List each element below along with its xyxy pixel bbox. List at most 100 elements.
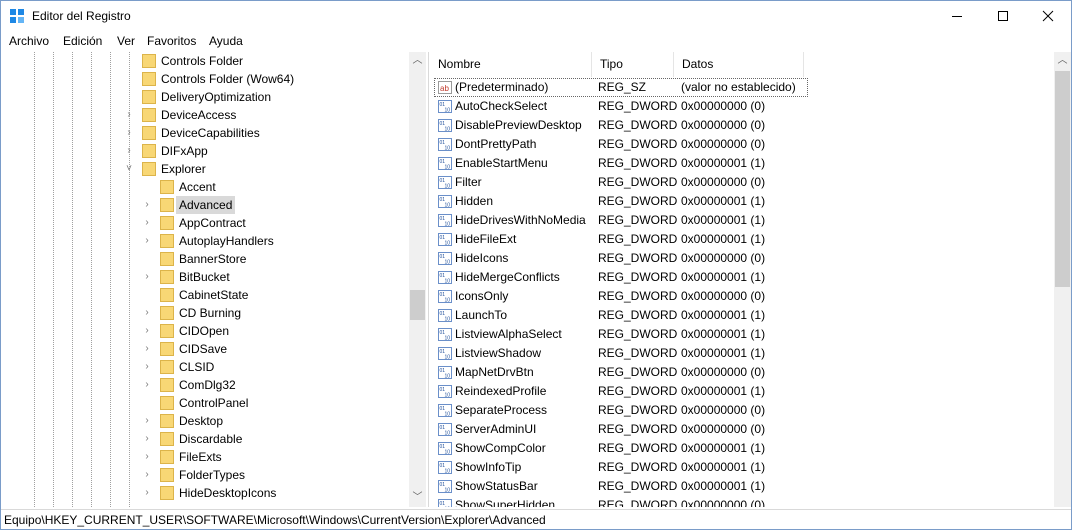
menu-archivo[interactable]: Archivo xyxy=(9,34,49,48)
table-row[interactable]: 01 10 HideFileExt REG_DWORD 0x00000001 (1) xyxy=(430,230,1050,249)
tree-item[interactable]: › CIDSave xyxy=(1,340,406,358)
tree-item[interactable]: ControlPanel xyxy=(1,394,406,412)
table-row[interactable]: 01 10 ServerAdminUI REG_DWORD 0x00000000 (0) xyxy=(430,420,1050,439)
table-row[interactable]: 01 10 ShowStatusBar REG_DWORD 0x00000001 (1) xyxy=(430,477,1050,496)
tree-item[interactable]: Controls Folder (Wow64) xyxy=(1,70,406,88)
minimize-button[interactable] xyxy=(934,1,980,31)
tree-item[interactable]: › AppContract xyxy=(1,214,406,232)
key-tree-pane[interactable]: ︿ ﹀ Controls Folder Controls Folder (Wow6… xyxy=(1,52,429,507)
close-button[interactable] xyxy=(1025,1,1071,31)
svg-text:10: 10 xyxy=(445,355,451,361)
scroll-up-button[interactable]: ︿ xyxy=(409,52,426,69)
tree-item[interactable]: › ComDlg32 xyxy=(1,376,406,394)
table-row[interactable]: 01 10 MapNetDrvBtn REG_DWORD 0x00000000 (0) xyxy=(430,363,1050,382)
tree-item[interactable]: CabinetState xyxy=(1,286,406,304)
svg-text:10: 10 xyxy=(445,412,451,418)
tree-item[interactable]: Accent xyxy=(1,178,406,196)
scroll-up-button[interactable]: ︿ xyxy=(1054,52,1071,69)
tree-item[interactable]: › DeviceCapabilities xyxy=(1,124,406,142)
menu-ver[interactable]: Ver xyxy=(117,34,135,48)
tree-item[interactable]: › CLSID xyxy=(1,358,406,376)
chevron-right-icon[interactable]: › xyxy=(142,412,152,430)
value-data: 0x00000001 (1) xyxy=(681,270,766,284)
table-row[interactable]: 01 10 LaunchTo REG_DWORD 0x00000001 (1) xyxy=(430,306,1050,325)
menu-ayuda[interactable]: Ayuda xyxy=(209,34,243,48)
menu-edicion[interactable]: Edición xyxy=(63,34,102,48)
tree-item[interactable]: › DeviceAccess xyxy=(1,106,406,124)
chevron-right-icon[interactable]: › xyxy=(142,484,152,502)
table-row[interactable]: 01 10 HideMergeConflicts REG_DWORD 0x0000000… xyxy=(430,268,1050,287)
table-row[interactable]: 01 10 ShowInfoTip REG_DWORD 0x00000001 (1) xyxy=(430,458,1050,477)
table-row[interactable]: 01 10 DisablePreviewDesktop REG_DWORD 0x0000… xyxy=(430,116,1050,135)
value-data: 0x00000001 (1) xyxy=(681,346,766,360)
registry-editor-icon xyxy=(10,9,24,23)
table-row[interactable]: ab (Predeterminado) REG_SZ (valor no establ… xyxy=(434,78,808,97)
chevron-right-icon[interactable]: › xyxy=(142,232,152,250)
table-row[interactable]: 01 10 HideDrivesWithNoMedia REG_DWORD 0x0000… xyxy=(430,211,1050,230)
table-row[interactable]: 01 10 Hidden REG_DWORD 0x00000001 (1) xyxy=(430,192,1050,211)
tree-item[interactable]: › CD Burning xyxy=(1,304,406,322)
chevron-right-icon[interactable]: › xyxy=(142,268,152,286)
chevron-right-icon[interactable]: › xyxy=(142,214,152,232)
column-header-nombre[interactable]: Nombre xyxy=(430,52,592,77)
tree-item[interactable]: › FileExts xyxy=(1,448,406,466)
chevron-right-icon[interactable]: › xyxy=(124,142,134,160)
table-row[interactable]: 01 10 DontPrettyPath REG_DWORD 0x00000000 (0… xyxy=(430,135,1050,154)
column-header-datos[interactable]: Datos xyxy=(674,52,804,77)
table-row[interactable]: 0110ShowSuperHidden REG_DWORD0x00000000 (… xyxy=(430,496,1050,507)
tree-item[interactable]: › BitBucket xyxy=(1,268,406,286)
table-row[interactable]: 01 10 ShowCompColor REG_DWORD 0x00000001 (1) xyxy=(430,439,1050,458)
list-scrollbar[interactable]: ︿ xyxy=(1054,52,1071,507)
tree-scrollbar[interactable]: ︿ ﹀ xyxy=(409,52,426,507)
tree-item[interactable]: › AutoplayHandlers xyxy=(1,232,406,250)
table-row[interactable]: 01 10 ListviewAlphaSelect REG_DWORD 0x000000… xyxy=(430,325,1050,344)
tree-scroll-thumb[interactable] xyxy=(410,290,425,320)
tree-item[interactable]: › Advanced xyxy=(1,196,406,214)
folder-icon xyxy=(142,72,156,86)
table-row[interactable]: 01 10 AutoCheckSelect REG_DWORD 0x00000000 (… xyxy=(430,97,1050,116)
chevron-right-icon[interactable]: › xyxy=(142,322,152,340)
tree-item[interactable]: › Desktop xyxy=(1,412,406,430)
table-row[interactable]: 01 10 EnableStartMenu REG_DWORD 0x00000001 (… xyxy=(430,154,1050,173)
tree-item[interactable]: › FolderTypes xyxy=(1,466,406,484)
chevron-right-icon[interactable]: › xyxy=(142,466,152,484)
chevron-right-icon[interactable]: › xyxy=(142,376,152,394)
chevron-right-icon[interactable]: › xyxy=(142,340,152,358)
binary-value-icon: 0110 xyxy=(438,461,452,474)
maximize-button[interactable] xyxy=(980,1,1026,31)
svg-text:10: 10 xyxy=(445,336,451,342)
values-list-pane[interactable]: Nombre Tipo Datos ︿ ab (Predeterminado) RE… xyxy=(430,52,1071,507)
chevron-right-icon[interactable]: › xyxy=(142,196,152,214)
table-row[interactable]: 01 10 SeparateProcess REG_DWORD 0x00000000 (… xyxy=(430,401,1050,420)
list-scroll-thumb[interactable] xyxy=(1055,71,1070,287)
tree-item[interactable]: DeliveryOptimization xyxy=(1,88,406,106)
chevron-right-icon[interactable]: › xyxy=(124,124,134,142)
binary-value-icon: 0110 xyxy=(438,442,452,455)
tree-item[interactable]: › DIFxApp xyxy=(1,142,406,160)
tree-item[interactable]: Controls Folder xyxy=(1,52,406,70)
table-row[interactable]: 01 10 IconsOnly REG_DWORD 0x00000000 (0) xyxy=(430,287,1050,306)
tree-item[interactable]: BannerStore xyxy=(1,250,406,268)
chevron-right-icon[interactable]: › xyxy=(142,448,152,466)
tree-item-label: DeviceAccess xyxy=(161,108,237,122)
menu-favoritos[interactable]: Favoritos xyxy=(147,34,196,48)
value-data: 0x00000001 (1) xyxy=(681,460,766,474)
chevron-right-icon[interactable]: › xyxy=(124,106,134,124)
table-row[interactable]: 01 10 Filter REG_DWORD 0x00000000 (0) xyxy=(430,173,1050,192)
chevron-right-icon[interactable]: › xyxy=(142,430,152,448)
chevron-right-icon[interactable]: › xyxy=(142,358,152,376)
tree-item[interactable]: ˅ Explorer xyxy=(1,160,406,178)
column-header-tipo[interactable]: Tipo xyxy=(592,52,674,77)
scroll-down-button[interactable]: ﹀ xyxy=(409,489,426,506)
table-row[interactable]: 01 10 ListviewShadow REG_DWORD 0x00000001 (1… xyxy=(430,344,1050,363)
tree-item[interactable]: › CIDOpen xyxy=(1,322,406,340)
tree-item[interactable]: › Discardable xyxy=(1,430,406,448)
chevron-right-icon[interactable]: › xyxy=(142,304,152,322)
table-row[interactable]: 01 10 ReindexedProfile REG_DWORD 0x00000001 … xyxy=(430,382,1050,401)
tree-item[interactable]: › HideDesktopIcons xyxy=(1,484,406,502)
title-bar[interactable]: Editor del Registro xyxy=(1,1,1071,31)
chevron-down-icon[interactable]: ˅ xyxy=(124,160,134,178)
table-row[interactable]: 01 10 HideIcons REG_DWORD 0x00000000 (0) xyxy=(430,249,1050,268)
tree-item-label: DIFxApp xyxy=(161,144,208,158)
value-type: REG_SZ xyxy=(598,80,647,94)
